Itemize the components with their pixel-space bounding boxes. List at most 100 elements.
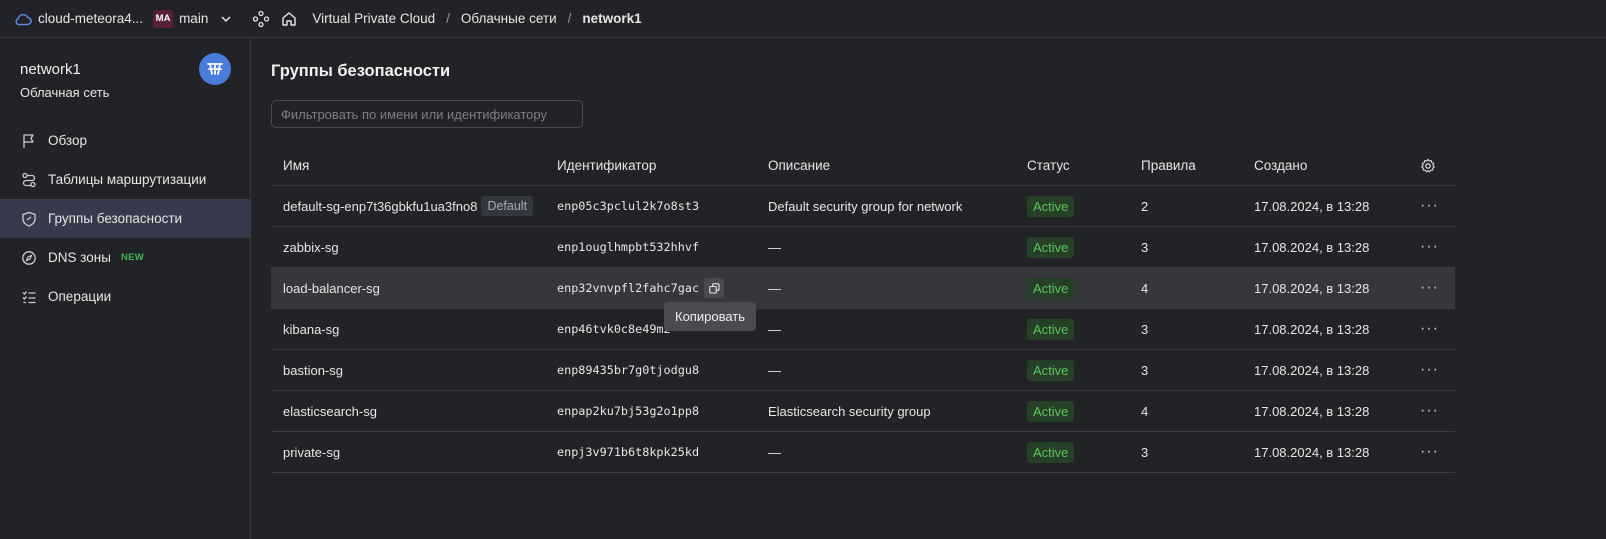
row-name-text: default-sg-enp7t36gbkfu1ua3fno8 — [283, 198, 478, 214]
column-header-created[interactable]: Создано — [1254, 146, 1307, 185]
cloud-switcher[interactable]: cloud-meteora4... MA main — [0, 0, 232, 38]
sidebar-item-label: Операции — [48, 289, 112, 304]
row-name: zabbix-sg — [283, 239, 339, 255]
row-id-text: enp32vnvpfl2fahc7gac — [557, 281, 700, 295]
breadcrumb-vpc[interactable]: Virtual Private Cloud — [312, 11, 435, 26]
breadcrumb-separator: / — [446, 11, 450, 26]
row-actions[interactable]: ··· — [1420, 309, 1439, 349]
status-badge: Active — [1027, 236, 1075, 258]
sidebar-item-operations[interactable]: Операции — [0, 277, 250, 316]
default-tag: Default — [481, 196, 534, 216]
column-header-rules[interactable]: Правила — [1141, 146, 1196, 185]
sidebar-item-label: DNS зоны — [48, 250, 111, 265]
row-actions[interactable]: ··· — [1420, 350, 1439, 390]
table-row[interactable]: load-balancer-sg enp32vnvpfl2fahc7gac — … — [271, 268, 1455, 309]
row-actions[interactable]: ··· — [1420, 186, 1439, 226]
sidebar-item-overview[interactable]: Обзор — [0, 121, 250, 160]
row-description: — — [768, 444, 781, 460]
row-id: enp1ouglhmpbt532hhvf — [557, 240, 700, 254]
row-created: 17.08.2024, в 13:28 — [1254, 403, 1370, 419]
row-id: enpj3v971b6t8kpk25kd — [557, 445, 700, 459]
column-header-name[interactable]: Имя — [283, 146, 309, 185]
folder-avatar: MA — [153, 9, 174, 28]
table-row[interactable]: elasticsearch-sg enpap2ku7bj53g2o1pp8 El… — [271, 391, 1455, 432]
search-input[interactable] — [271, 100, 583, 128]
row-created: 17.08.2024, в 13:28 — [1254, 321, 1370, 337]
row-status: Active — [1027, 432, 1075, 472]
row-rules: 3 — [1141, 321, 1149, 337]
table-row[interactable]: bastion-sg enp89435br7g0tjodgu8 — Active… — [271, 350, 1455, 391]
cloud-name: cloud-meteora4... — [38, 11, 144, 26]
network-icon — [207, 63, 223, 75]
row-created: 17.08.2024, в 13:28 — [1254, 362, 1370, 378]
table-row[interactable]: kibana-sg enp46tvk0c8e49m2 — Active 3 17… — [271, 309, 1455, 350]
row-actions[interactable]: ··· — [1420, 227, 1439, 267]
sidebar-item-label: Таблицы маршрутизации — [48, 172, 207, 187]
row-status: Active — [1027, 309, 1075, 349]
row-created: 17.08.2024, в 13:28 — [1254, 198, 1370, 214]
more-icon[interactable]: ··· — [1420, 197, 1439, 215]
status-badge: Active — [1027, 318, 1075, 340]
row-actions[interactable]: ··· — [1420, 432, 1439, 472]
row-rules: 3 — [1141, 362, 1149, 378]
column-header-id[interactable]: Идентификатор — [557, 146, 656, 185]
column-settings[interactable] — [1420, 146, 1436, 185]
more-icon[interactable]: ··· — [1420, 238, 1439, 256]
row-name: elasticsearch-sg — [283, 403, 377, 419]
status-badge: Active — [1027, 277, 1075, 299]
breadcrumb-networks[interactable]: Облачные сети — [461, 11, 557, 26]
more-icon[interactable]: ··· — [1420, 361, 1439, 379]
gear-icon[interactable] — [1420, 158, 1436, 174]
folder-name: main — [179, 11, 209, 26]
table-row[interactable]: zabbix-sg enp1ouglhmpbt532hhvf — Active … — [271, 227, 1455, 268]
table-header: Имя Идентификатор Описание Статус Правил… — [271, 146, 1455, 186]
sidebar-item-label: Группы безопасности — [48, 211, 183, 226]
more-icon[interactable]: ··· — [1420, 279, 1439, 297]
row-rules: 3 — [1141, 239, 1149, 255]
page-title: Группы безопасности — [271, 62, 451, 80]
row-description: — — [768, 321, 781, 337]
shield-icon — [22, 211, 36, 227]
more-icon[interactable]: ··· — [1420, 320, 1439, 338]
chevron-down-icon[interactable] — [220, 13, 232, 25]
row-id: enp89435br7g0tjodgu8 — [557, 363, 700, 377]
network-subtitle: Облачная сеть — [20, 85, 110, 100]
copy-tooltip: Копировать — [664, 302, 756, 331]
flag-icon — [23, 133, 34, 148]
row-description: — — [768, 280, 781, 296]
compass-icon — [22, 250, 36, 265]
table-row[interactable]: private-sg enpj3v971b6t8kpk25kd — Active… — [271, 432, 1455, 473]
row-actions[interactable]: ··· — [1420, 391, 1439, 431]
row-name: load-balancer-sg — [283, 280, 380, 296]
column-header-description[interactable]: Описание — [768, 146, 830, 185]
network-title: network1 — [20, 61, 81, 78]
row-created: 17.08.2024, в 13:28 — [1254, 239, 1370, 255]
more-icon[interactable]: ··· — [1420, 443, 1439, 461]
table-row[interactable]: default-sg-enp7t36gbkfu1ua3fno8 Default … — [271, 186, 1455, 227]
services-icon[interactable] — [252, 10, 270, 28]
sidebar-nav: Обзор Таблицы маршрутизации Группы безоп… — [0, 121, 250, 316]
row-rules: 4 — [1141, 280, 1149, 296]
sidebar-item-security-groups[interactable]: Группы безопасности — [0, 199, 250, 238]
row-rules: 2 — [1141, 198, 1149, 214]
list-icon — [22, 290, 36, 303]
sidebar-item-dns-zones[interactable]: DNS зоны NEW — [0, 238, 250, 277]
row-id: enpap2ku7bj53g2o1pp8 — [557, 404, 700, 418]
status-badge: Active — [1027, 195, 1075, 217]
row-created: 17.08.2024, в 13:28 — [1254, 444, 1370, 460]
more-icon[interactable]: ··· — [1420, 402, 1439, 420]
column-header-status[interactable]: Статус — [1027, 146, 1070, 185]
row-rules: 3 — [1141, 444, 1149, 460]
sidebar-item-label: Обзор — [48, 133, 87, 148]
breadcrumb: Virtual Private Cloud / Облачные сети / … — [312, 11, 641, 26]
row-id: enp05c3pclul2k7o8st3 — [557, 199, 700, 213]
home-icon[interactable] — [280, 10, 298, 28]
row-description: Default security group for network — [768, 198, 963, 214]
row-status: Active — [1027, 227, 1075, 267]
row-name: private-sg — [283, 444, 341, 460]
row-status: Active — [1027, 391, 1075, 431]
row-actions[interactable]: ··· — [1420, 268, 1439, 308]
sidebar-item-route-tables[interactable]: Таблицы маршрутизации — [0, 160, 250, 199]
sidebar: network1 Облачная сеть Обзор Таблицы мар… — [0, 39, 251, 539]
copy-button[interactable] — [704, 278, 725, 298]
